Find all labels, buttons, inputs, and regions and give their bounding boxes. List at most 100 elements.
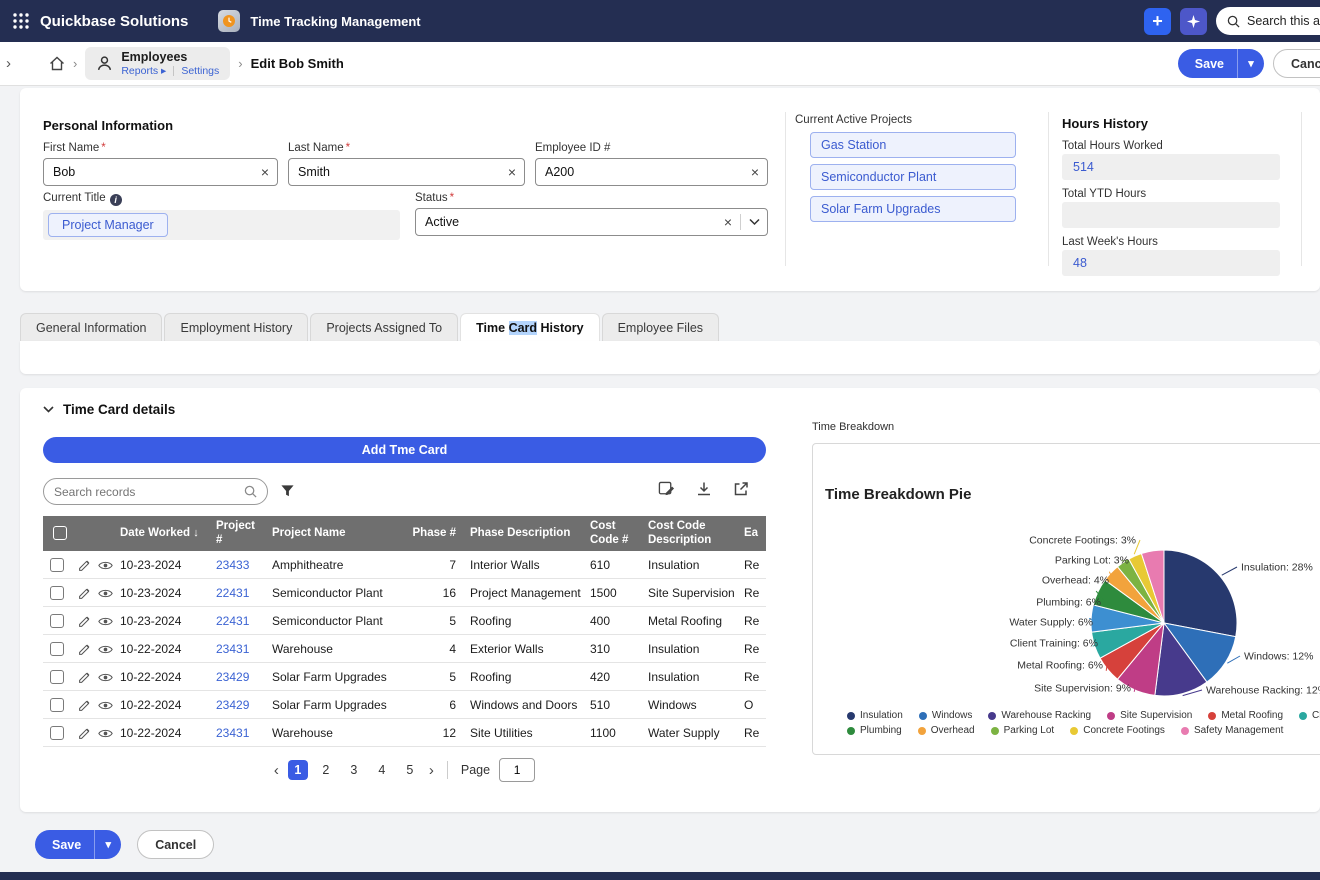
current-title-chip[interactable]: Project Manager (48, 213, 168, 237)
legend-item[interactable]: Concrete Footings (1070, 725, 1165, 736)
row-checkbox[interactable] (50, 614, 64, 628)
page-number-button[interactable]: 4 (372, 760, 392, 780)
chevron-down-icon[interactable] (749, 219, 760, 226)
column-earning-type[interactable]: Ea (737, 516, 766, 551)
legend-item[interactable]: Parking Lot (991, 725, 1055, 736)
clear-employee-id-icon[interactable]: × (751, 165, 759, 179)
view-record-icon[interactable] (98, 588, 113, 599)
cancel-button[interactable]: Cancel (1273, 49, 1320, 78)
legend-item[interactable]: Site Supervision (1107, 710, 1192, 721)
app-name[interactable]: Time Tracking Management (250, 14, 420, 29)
app-launcher-icon[interactable] (12, 12, 30, 30)
pie-slice[interactable] (1164, 550, 1237, 637)
filter-icon[interactable] (280, 484, 295, 498)
tab-time-card-history[interactable]: Time Card History (460, 313, 599, 341)
row-checkbox[interactable] (50, 586, 64, 600)
column-date-worked[interactable]: Date Worked ↓ (113, 516, 209, 551)
column-project-name[interactable]: Project Name (265, 516, 405, 551)
page-number-button[interactable]: 3 (344, 760, 364, 780)
column-project-number[interactable]: Project # (209, 516, 265, 551)
legend-item[interactable]: Plumbing (847, 725, 902, 736)
tab-employment-history[interactable]: Employment History (164, 313, 308, 341)
page-number-button[interactable]: 2 (316, 760, 336, 780)
first-name-input[interactable] (43, 158, 278, 186)
row-checkbox[interactable] (50, 726, 64, 740)
tab-projects-assigned-to[interactable]: Projects Assigned To (310, 313, 458, 341)
collapse-section-icon[interactable] (43, 406, 54, 413)
legend-item[interactable]: Metal Roofing (1208, 710, 1283, 721)
footer-save-button[interactable]: Save ▾ (35, 830, 121, 859)
tab-general-information[interactable]: General Information (20, 313, 162, 341)
view-record-icon[interactable] (98, 616, 113, 627)
clear-first-name-icon[interactable]: × (261, 165, 269, 179)
info-icon[interactable]: i (110, 194, 122, 206)
global-search[interactable]: Search this a (1216, 7, 1320, 35)
download-icon[interactable] (696, 481, 712, 498)
edit-record-icon[interactable] (78, 699, 91, 712)
project-chip[interactable]: Semiconductor Plant (810, 164, 1016, 190)
view-record-icon[interactable] (98, 560, 113, 571)
open-external-icon[interactable] (733, 481, 749, 498)
reports-link[interactable]: Reports ▸ (121, 65, 166, 78)
legend-item[interactable]: Overhead (918, 725, 975, 736)
row-checkbox[interactable] (50, 670, 64, 684)
tab-employee-files[interactable]: Employee Files (602, 313, 719, 341)
footer-cancel-button[interactable]: Cancel (137, 830, 214, 859)
add-time-card-button[interactable]: Add Tme Card (43, 437, 766, 463)
app-icon[interactable] (218, 10, 240, 32)
page-number-button[interactable]: 1 (288, 760, 308, 780)
clear-status-icon[interactable]: × (724, 215, 732, 229)
legend-item[interactable]: Windows (919, 710, 973, 721)
edit-record-icon[interactable] (78, 587, 91, 600)
project-number-link[interactable]: 23429 (209, 663, 265, 691)
row-checkbox[interactable] (50, 642, 64, 656)
new-item-button[interactable]: + (1144, 8, 1171, 35)
ai-assistant-button[interactable] (1180, 8, 1207, 35)
project-chip[interactable]: Solar Farm Upgrades (810, 196, 1016, 222)
select-all-checkbox[interactable] (53, 526, 67, 540)
edit-record-icon[interactable] (78, 615, 91, 628)
project-number-link[interactable]: 23431 (209, 635, 265, 663)
view-record-icon[interactable] (98, 700, 113, 711)
save-dropdown-icon[interactable]: ▾ (1237, 49, 1264, 78)
record-search-input[interactable] (54, 485, 238, 499)
employee-id-input[interactable] (535, 158, 768, 186)
row-checkbox[interactable] (50, 698, 64, 712)
next-page-icon[interactable]: › (429, 763, 434, 778)
edit-report-icon[interactable] (658, 481, 675, 498)
status-select[interactable] (415, 208, 768, 236)
last-name-input[interactable] (288, 158, 525, 186)
column-phase-number[interactable]: Phase # (405, 516, 463, 551)
settings-link[interactable]: Settings (181, 65, 219, 78)
breadcrumb-entity-employees[interactable]: Employees Reports ▸ Settings (85, 47, 230, 81)
project-number-link[interactable]: 23433 (209, 551, 265, 579)
project-chip[interactable]: Gas Station (810, 132, 1016, 158)
save-dropdown-icon[interactable]: ▾ (94, 830, 121, 859)
edit-record-icon[interactable] (78, 559, 91, 572)
column-phase-description[interactable]: Phase Description (463, 516, 583, 551)
view-record-icon[interactable] (98, 672, 113, 683)
edit-record-icon[interactable] (78, 727, 91, 740)
view-record-icon[interactable] (98, 644, 113, 655)
row-checkbox[interactable] (50, 558, 64, 572)
column-cost-code[interactable]: Cost Code # (583, 516, 641, 551)
time-card-details-header[interactable]: Time Card details (43, 402, 175, 417)
page-number-input[interactable] (499, 758, 535, 782)
current-title-value-area[interactable]: Project Manager (43, 210, 400, 240)
edit-record-icon[interactable] (78, 671, 91, 684)
legend-item[interactable]: Client Training (1299, 710, 1320, 721)
edit-record-icon[interactable] (78, 643, 91, 656)
legend-item[interactable]: Warehouse Racking (988, 710, 1091, 721)
project-number-link[interactable]: 23431 (209, 719, 265, 747)
legend-item[interactable]: Insulation (847, 710, 903, 721)
project-number-link[interactable]: 22431 (209, 607, 265, 635)
column-cost-code-description[interactable]: Cost Code Description (641, 516, 737, 551)
home-icon[interactable] (49, 56, 65, 71)
previous-page-icon[interactable]: ‹ (274, 763, 279, 778)
page-number-button[interactable]: 5 (400, 760, 420, 780)
project-number-link[interactable]: 23429 (209, 691, 265, 719)
clear-last-name-icon[interactable]: × (508, 165, 516, 179)
expand-sidebar-icon[interactable]: › (6, 55, 11, 72)
view-record-icon[interactable] (98, 728, 113, 739)
legend-item[interactable]: Safety Management (1181, 725, 1284, 736)
